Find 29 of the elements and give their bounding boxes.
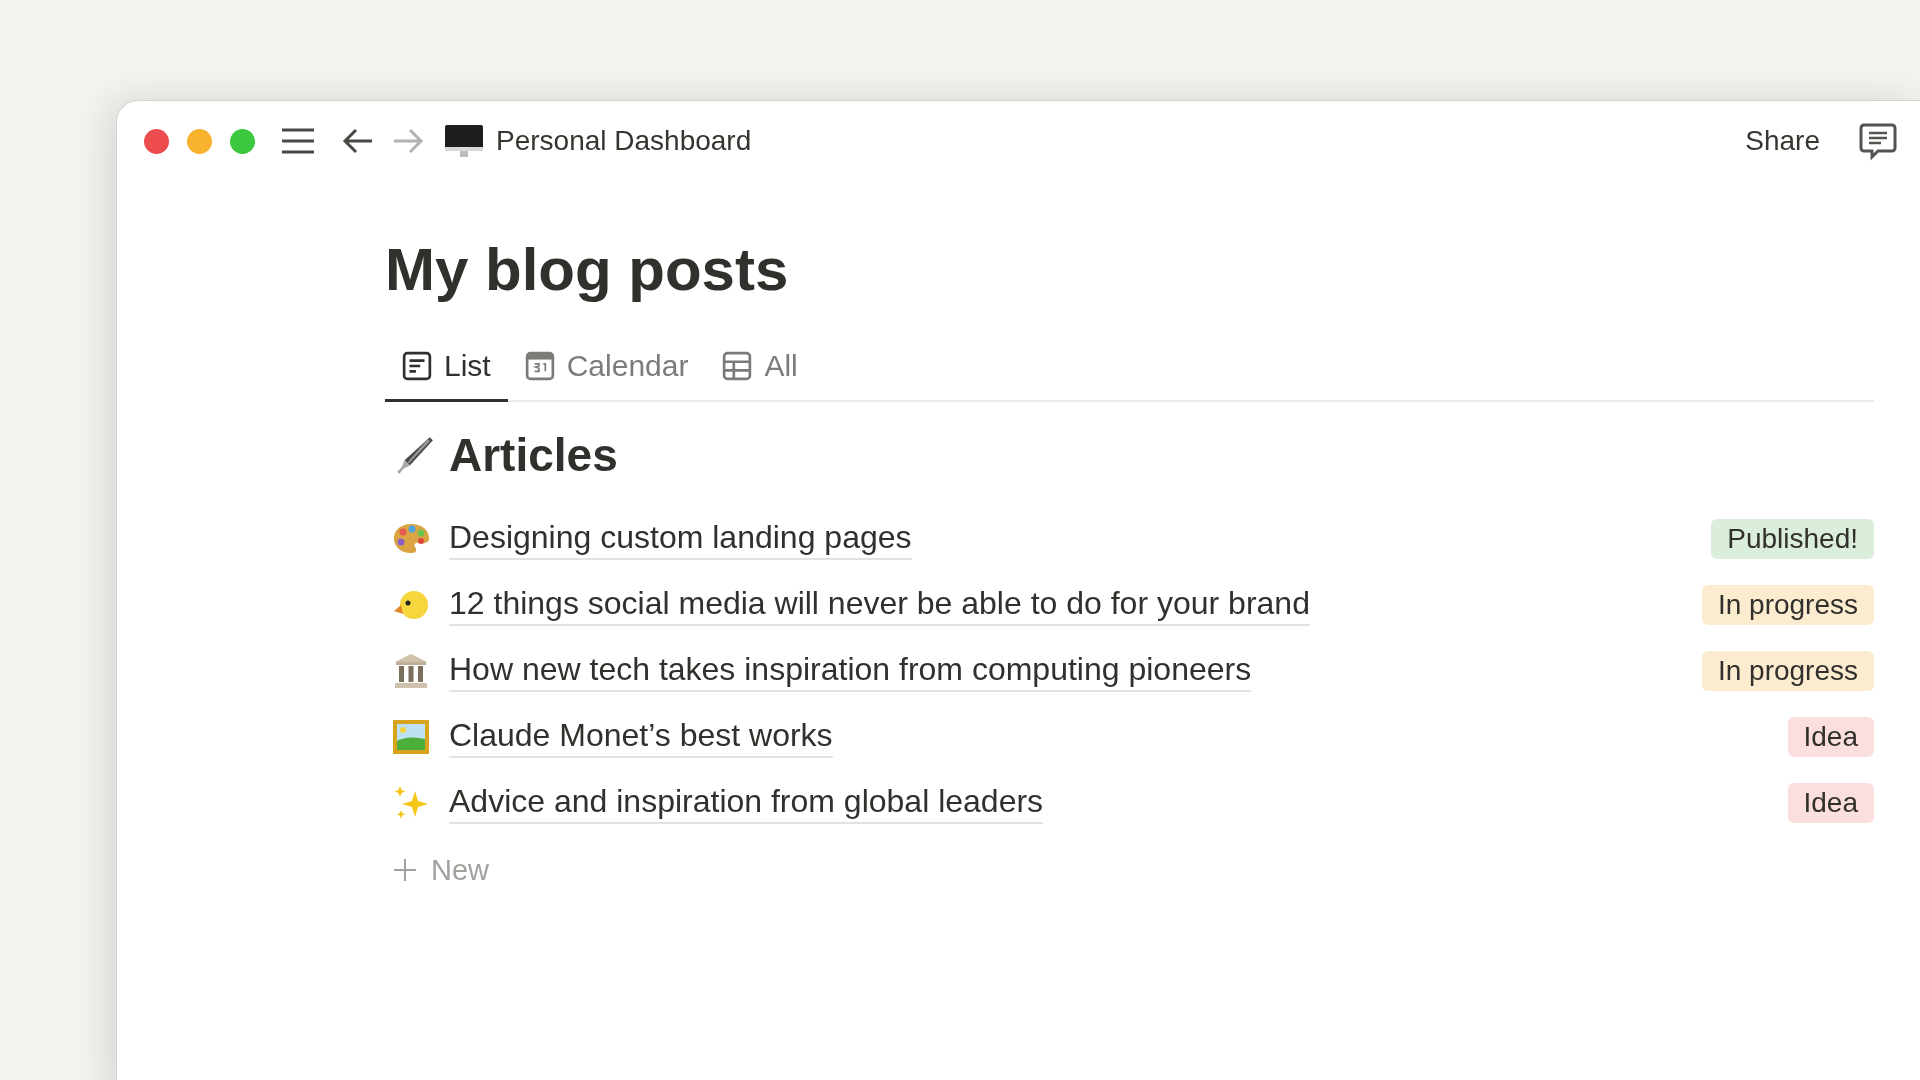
monitor-icon [444, 123, 484, 159]
page-title-breadcrumb[interactable]: Personal Dashboard [496, 125, 752, 157]
article-link[interactable]: Designing custom landing pages [449, 518, 912, 560]
article-link[interactable]: Advice and inspiration from global leaders [449, 782, 1044, 824]
share-button[interactable]: Share [1737, 121, 1828, 161]
table-icon [722, 351, 753, 381]
article-link[interactable]: Claude Monet’s best works [449, 716, 833, 758]
plus-icon [393, 858, 417, 882]
comment-icon[interactable] [1858, 121, 1898, 161]
article-link[interactable]: 12 things social media will never be able to do for your brand [449, 584, 1310, 626]
status-tag: In progress [1701, 651, 1874, 691]
zoom-button[interactable] [230, 128, 255, 154]
status-tag: Idea [1787, 717, 1874, 757]
framed-landscape-icon [391, 717, 431, 757]
close-button[interactable] [144, 128, 169, 154]
view-tab[interactable]: All [705, 335, 815, 402]
status-tag: Published! [1711, 519, 1874, 559]
article-link[interactable]: How new tech takes inspiration from computing pioneers [449, 650, 1252, 692]
section-heading: Articles [449, 428, 618, 482]
calendar-icon [524, 351, 555, 381]
page-heading: My blog posts [385, 235, 790, 305]
forward-arrow-icon[interactable] [392, 127, 424, 155]
status-tag: In progress [1701, 585, 1874, 625]
menu-icon[interactable] [280, 127, 316, 155]
list-icon [402, 351, 432, 381]
back-arrow-icon[interactable] [342, 127, 374, 155]
view-tab[interactable]: List [385, 335, 508, 402]
status-tag: Idea [1787, 783, 1874, 823]
view-tab[interactable]: Calendar [507, 335, 706, 402]
